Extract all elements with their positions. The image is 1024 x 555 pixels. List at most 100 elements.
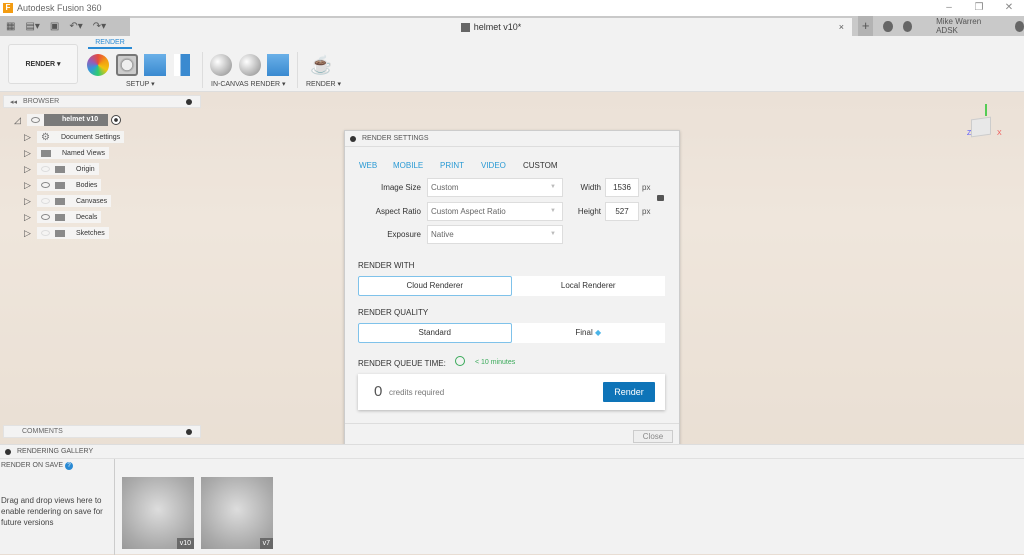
visibility-icon[interactable]	[41, 166, 50, 172]
browser-node[interactable]: ▷ Named Views	[24, 147, 110, 159]
folder-icon	[41, 149, 51, 157]
visibility-icon[interactable]	[41, 198, 50, 204]
minimize-button[interactable]: –	[934, 0, 964, 16]
setup-group-label[interactable]: SETUP ▾	[126, 80, 155, 88]
notifications-icon[interactable]	[902, 20, 913, 32]
exposure-select[interactable]: Native ▼	[427, 225, 563, 244]
panel-pin-icon[interactable]	[186, 98, 192, 105]
view-cube-box[interactable]	[971, 116, 991, 138]
preset-print[interactable]: PRINT	[440, 161, 464, 170]
image-size-value: Custom	[431, 183, 459, 192]
node-label-box: Decals	[37, 211, 102, 223]
expand-arrow-icon[interactable]: ▷	[24, 212, 33, 223]
node-label-box: Bodies	[37, 179, 102, 191]
visibility-icon[interactable]	[41, 214, 50, 220]
preset-custom[interactable]: CUSTOM	[523, 161, 558, 170]
render-button[interactable]: Render	[603, 382, 655, 402]
visibility-icon[interactable]	[41, 182, 50, 188]
appearance-icon[interactable]	[87, 54, 109, 76]
expand-arrow-icon[interactable]: ▷	[24, 148, 33, 159]
browser-node[interactable]: ▷ Origin	[24, 163, 99, 175]
render-with-label: RENDER WITH	[358, 261, 415, 270]
node-label-box: Sketches	[37, 227, 109, 239]
browser-node[interactable]: ▷ Decals	[24, 211, 102, 223]
app-grid-icon[interactable]: ▦	[6, 21, 15, 32]
credits-card: 0 credits required Render	[358, 374, 665, 410]
cloud-renderer-option[interactable]: Cloud Renderer	[358, 276, 512, 296]
expand-arrow-icon[interactable]: ▷	[24, 164, 33, 175]
expand-arrow-icon[interactable]: ▷	[24, 180, 33, 191]
tab-render[interactable]: RENDER	[88, 39, 132, 49]
add-comment-icon[interactable]	[186, 428, 192, 435]
expand-arrow-icon[interactable]: ▷	[24, 196, 33, 207]
decal-icon[interactable]	[174, 54, 190, 76]
exposure-value: Native	[431, 230, 454, 239]
lock-icon[interactable]	[657, 195, 664, 201]
browser-node[interactable]: ▷ Canvases	[24, 195, 112, 207]
folder-icon	[55, 197, 65, 205]
browser-node[interactable]: ▷ Sketches	[24, 227, 109, 239]
standard-quality-option[interactable]: Standard	[358, 323, 512, 343]
in-canvas-render-icon[interactable]	[210, 54, 232, 76]
close-button[interactable]: Close	[633, 430, 673, 443]
queue-time-value: < 10 minutes	[475, 359, 516, 366]
preset-mobile[interactable]: MOBILE	[393, 161, 423, 170]
teapot-render-icon[interactable]: ☕	[310, 54, 332, 76]
help-icon[interactable]: ?	[65, 462, 74, 470]
browser-panel-header[interactable]: ◂◂ BROWSER	[3, 95, 201, 108]
maximize-button[interactable]: ❐	[964, 0, 994, 16]
redo-icon[interactable]: ↷▾	[93, 21, 106, 32]
y-axis-icon	[985, 104, 987, 116]
local-renderer-option[interactable]: Local Renderer	[511, 276, 665, 296]
expand-arrow-icon[interactable]: ▷	[24, 132, 33, 143]
dialog-title: RENDER SETTINGS	[362, 135, 429, 142]
expand-arrow-icon[interactable]: ▷	[24, 228, 33, 239]
file-menu-icon[interactable]: ▤▾	[25, 21, 39, 32]
user-name[interactable]: Mike Warren ADSK	[936, 17, 995, 35]
in-canvas-settings-icon[interactable]	[239, 54, 261, 76]
help-icon[interactable]	[1014, 20, 1024, 32]
capture-image-icon[interactable]	[267, 54, 289, 76]
job-status-icon[interactable]	[883, 20, 893, 32]
gallery-header[interactable]: RENDERING GALLERY	[0, 445, 1024, 459]
width-input[interactable]: 1536	[605, 178, 639, 197]
browser-node[interactable]: ▷ ⚙ Document Settings	[24, 131, 125, 143]
view-cube[interactable]: Z X	[965, 104, 1002, 140]
comments-panel-header[interactable]: COMMENTS	[3, 425, 201, 438]
render-on-save-label: RENDER ON SAVE ?	[1, 462, 74, 470]
visibility-icon[interactable]	[31, 117, 40, 123]
save-icon[interactable]: ▣	[50, 21, 59, 32]
document-title: helmet v10*	[473, 22, 522, 32]
height-input[interactable]: 527	[605, 202, 639, 221]
activate-radio-icon[interactable]	[111, 115, 122, 125]
preset-video[interactable]: VIDEO	[481, 161, 506, 170]
gear-icon: ⚙	[41, 131, 50, 143]
undo-icon[interactable]: ↶▾	[69, 21, 82, 32]
browser-root[interactable]: ◿ helmet v10	[14, 114, 122, 126]
browser-node[interactable]: ▷ Bodies	[24, 179, 102, 191]
preset-web[interactable]: WEB	[359, 161, 377, 170]
gallery-thumbnail[interactable]: v10	[122, 477, 194, 549]
document-tab[interactable]: helmet v10* ×	[130, 18, 852, 36]
scene-settings-icon[interactable]	[116, 54, 138, 76]
ribbon: RENDER ▾ RENDER SETUP ▾ IN-CANVAS RENDER…	[0, 36, 1024, 92]
collapse-dialog-icon[interactable]	[350, 135, 356, 142]
node-label: Canvases	[76, 197, 108, 205]
collapse-gallery-icon[interactable]	[5, 448, 11, 455]
close-window-button[interactable]: ✕	[994, 0, 1024, 16]
close-tab-icon[interactable]: ×	[839, 22, 844, 32]
node-label-box: Named Views	[37, 147, 110, 159]
expand-icon[interactable]: ◿	[14, 115, 23, 126]
final-quality-option[interactable]: Final ◆	[511, 323, 665, 343]
workspace-switcher[interactable]: RENDER ▾	[8, 44, 78, 84]
in-canvas-render-group-label[interactable]: IN-CANVAS RENDER ▾	[211, 80, 286, 88]
node-label-box: ⚙ Document Settings	[37, 131, 125, 143]
folder-icon	[55, 181, 65, 189]
new-tab-button[interactable]: +	[858, 16, 874, 36]
gallery-thumbnail[interactable]: v7	[201, 477, 273, 549]
texture-map-icon[interactable]	[144, 54, 166, 76]
dialog-header[interactable]: RENDER SETTINGS	[345, 131, 679, 147]
aspect-ratio-label: Aspect Ratio	[375, 207, 421, 216]
render-group-label[interactable]: RENDER ▾	[306, 80, 341, 88]
visibility-icon[interactable]	[41, 230, 50, 236]
